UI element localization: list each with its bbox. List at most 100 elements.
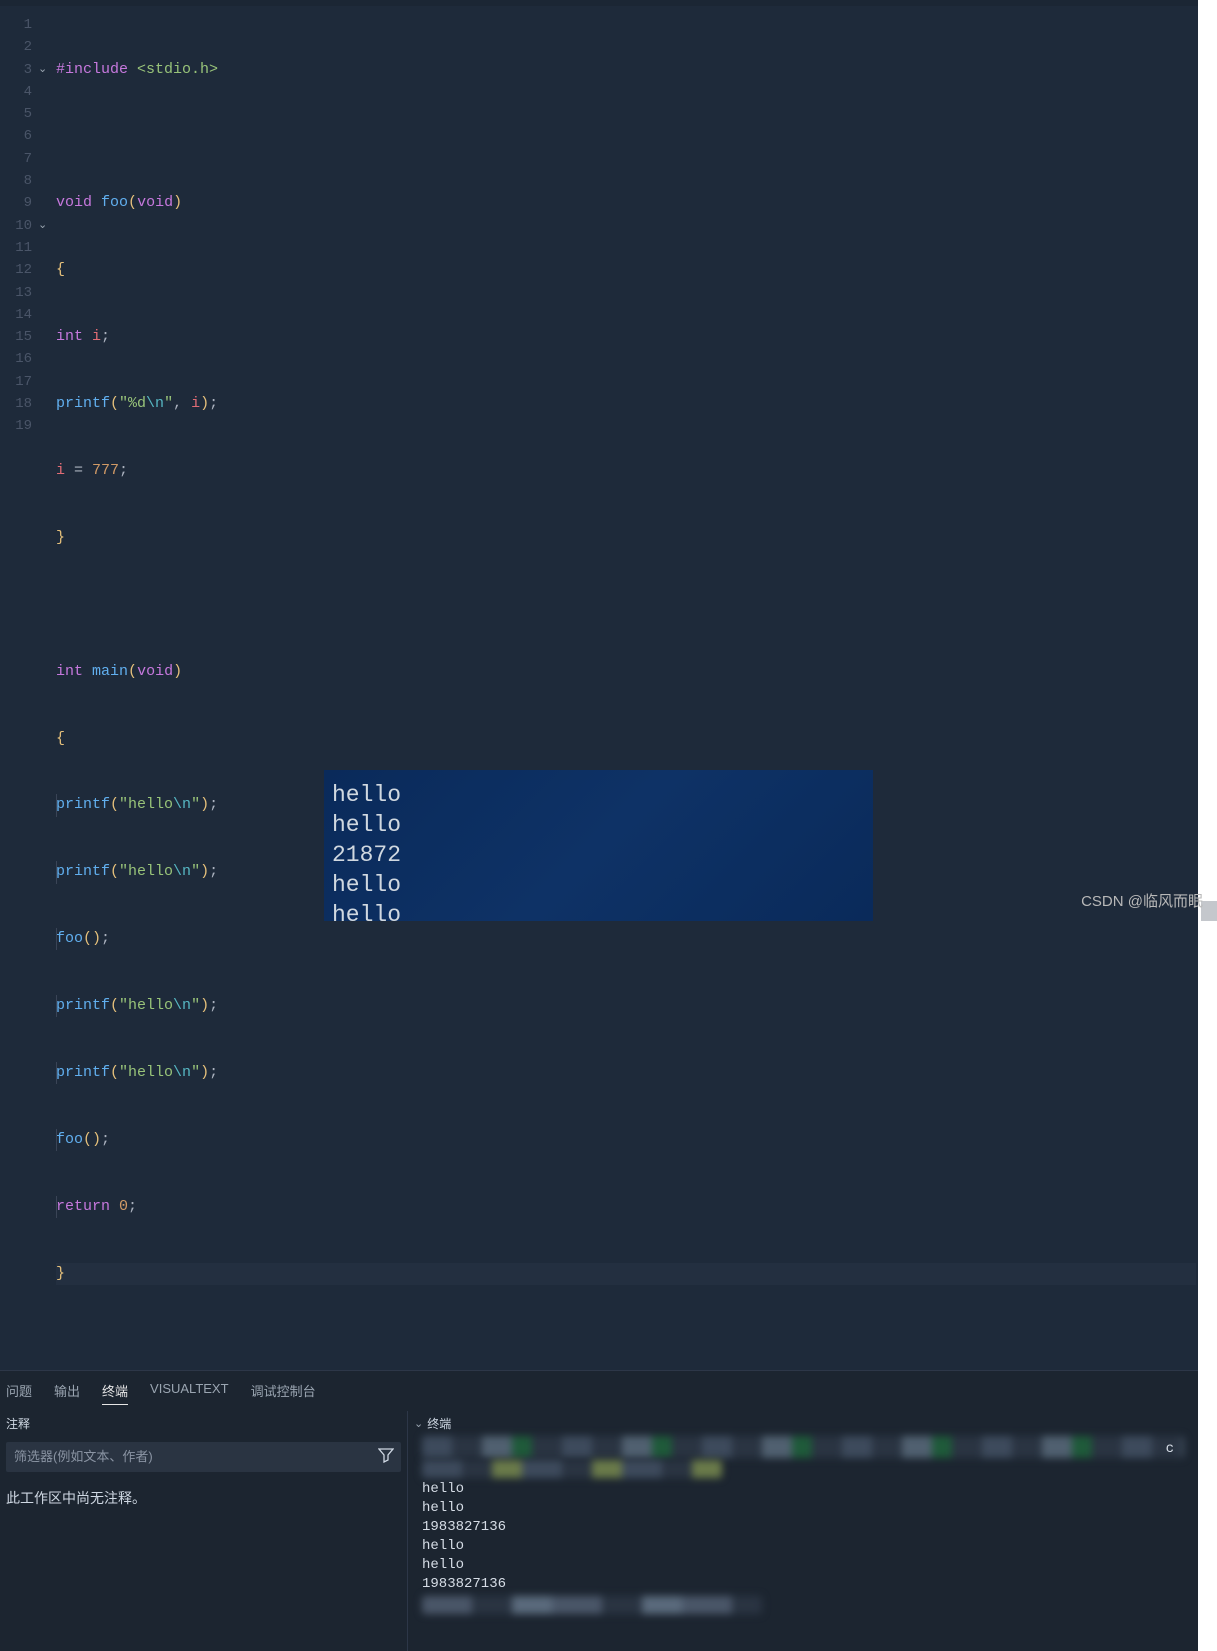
token-esc: \n: [173, 1062, 191, 1084]
token-var-i: i: [92, 326, 101, 348]
token-semi: ;: [119, 460, 128, 482]
token-close-q: ": [191, 995, 200, 1017]
line-number: 14: [0, 304, 32, 326]
token-int: int: [56, 661, 83, 683]
token-void-param: void: [137, 192, 173, 214]
token-semi: ;: [101, 1129, 110, 1151]
console-line: hello: [332, 780, 865, 810]
token-semi: ;: [209, 794, 218, 816]
console-line: 21872: [332, 840, 865, 870]
token-close-q: ": [164, 393, 173, 415]
code-area[interactable]: 1 2 3 4 5 6 7 8 9 10 11 12 13 14 15 16 1…: [0, 6, 1198, 1370]
external-console-screenshot: hello hello 21872 hello hello: [324, 770, 873, 921]
redacted-command-line: [422, 1436, 1184, 1458]
line-number: 5: [0, 103, 32, 125]
token-close-q: ": [191, 1062, 200, 1084]
console-line: hello: [332, 870, 865, 900]
token-semi: ;: [209, 995, 218, 1017]
chevron-down-icon: ⌄: [414, 1417, 423, 1430]
comments-header: 注释: [0, 1411, 407, 1436]
token-i-assign: i: [56, 460, 65, 482]
filter-input[interactable]: [6, 1443, 371, 1470]
terminal-header-label: 终端: [427, 1415, 451, 1432]
comments-empty-message: 此工作区中尚无注释。: [0, 1478, 407, 1518]
token-semi: ;: [209, 861, 218, 883]
line-number: 12: [0, 259, 32, 281]
terminal-line: hello: [422, 1537, 1184, 1556]
token-semi: ;: [209, 1062, 218, 1084]
terminal-line: hello: [422, 1556, 1184, 1575]
token-zero: 0: [119, 1196, 128, 1218]
token-printf: printf: [56, 861, 110, 883]
tab-problems[interactable]: 问题: [6, 1381, 32, 1405]
token-esc: \n: [173, 995, 191, 1017]
token-void: void: [56, 192, 92, 214]
watermark-text: CSDN @临风而眠: [1081, 890, 1203, 911]
token-close-q: ": [191, 861, 200, 883]
tab-debug-console[interactable]: 调试控制台: [251, 1381, 316, 1405]
token-foo-call: foo: [56, 928, 83, 950]
code-text[interactable]: #include <stdio.h> void foo(void) { int …: [56, 14, 1196, 1330]
tab-terminal[interactable]: 终端: [102, 1381, 128, 1405]
token-printf: printf: [56, 393, 110, 415]
token-esc: \n: [173, 861, 191, 883]
panel-body: 注释 此工作区中尚无注释。 ⌄ 终端 c hello hell: [0, 1411, 1198, 1651]
line-number: 1: [0, 14, 32, 36]
token-i-ref: i: [191, 393, 200, 415]
terminal-line: hello: [422, 1480, 1184, 1499]
token-int: int: [56, 326, 83, 348]
funnel-icon[interactable]: [371, 1447, 401, 1467]
fold-icon[interactable]: ⌄: [38, 59, 47, 81]
terminal-header[interactable]: ⌄ 终端: [408, 1411, 1198, 1436]
token-brace-close: }: [56, 527, 65, 549]
line-number: 4: [0, 81, 32, 103]
line-number: 9: [0, 192, 32, 214]
token-hello: "hello: [119, 794, 173, 816]
token-printf: printf: [56, 995, 110, 1017]
code-editor-pane: 1 2 3 4 5 6 7 8 9 10 11 12 13 14 15 16 1…: [0, 0, 1198, 1370]
comments-pane: 注释 此工作区中尚无注释。: [0, 1411, 408, 1651]
token-hello: "hello: [119, 861, 173, 883]
token-foo-call: foo: [56, 1129, 83, 1151]
token-fn-foo: foo: [101, 192, 128, 214]
token-empty-args: (): [83, 1129, 101, 1151]
token-semi: ;: [101, 928, 110, 950]
console-line: hello: [332, 810, 865, 840]
tab-output[interactable]: 输出: [54, 1381, 80, 1405]
token-semi: ;: [128, 1196, 137, 1218]
line-number: 13: [0, 282, 32, 304]
token-fmt: "%d: [119, 393, 146, 415]
terminal-line: 1983827136: [422, 1518, 1184, 1537]
token-printf: printf: [56, 1062, 110, 1084]
redacted-line: [422, 1596, 762, 1614]
terminal-pane: ⌄ 终端 c hello hello 1983827136 hello hell…: [408, 1411, 1198, 1651]
line-number: 2: [0, 36, 32, 58]
token-fn-main: main: [92, 661, 128, 683]
token-header: <stdio.h>: [137, 59, 218, 81]
line-number: 7: [0, 148, 32, 170]
panel-tabs: 问题 输出 终端 VISUALTEXT 调试控制台: [0, 1371, 1198, 1411]
token-empty-args: (): [83, 928, 101, 950]
redacted-suffix: c: [1166, 1440, 1174, 1459]
token-brace-open: {: [56, 259, 65, 281]
terminal-line: 1983827136: [422, 1575, 1184, 1594]
line-number-gutter: 1 2 3 4 5 6 7 8 9 10 11 12 13 14 15 16 1…: [0, 14, 38, 1330]
line-number: 17: [0, 371, 32, 393]
terminal-line: hello: [422, 1499, 1184, 1518]
terminal-output[interactable]: c hello hello 1983827136 hello hello 198…: [408, 1436, 1198, 1614]
line-number: 15: [0, 326, 32, 348]
line-number: 18: [0, 393, 32, 415]
token-eq: =: [65, 460, 92, 482]
token-777: 777: [92, 460, 119, 482]
bottom-panel: 问题 输出 终端 VISUALTEXT 调试控制台 注释 此工作区中尚无注释。 …: [0, 1370, 1198, 1651]
token-semi: ;: [101, 326, 110, 348]
console-line: hello: [332, 900, 865, 921]
scrollbar-corner: [1201, 901, 1217, 921]
token-include: #include: [56, 59, 128, 81]
tab-visualtext[interactable]: VISUALTEXT: [150, 1381, 229, 1405]
line-number: 8: [0, 170, 32, 192]
token-comma: ,: [173, 393, 191, 415]
line-number: 16: [0, 348, 32, 370]
token-hello: "hello: [119, 995, 173, 1017]
fold-icon[interactable]: ⌄: [38, 215, 47, 237]
